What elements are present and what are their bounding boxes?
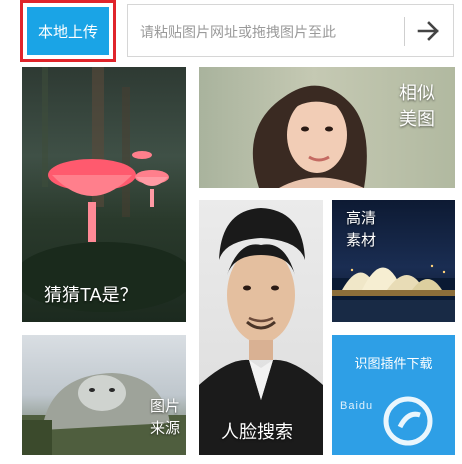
mushroom-lamp-image	[22, 67, 186, 312]
man-portrait-image	[199, 208, 323, 455]
face-search-label: 人脸搜索	[221, 422, 293, 442]
similar-images-tile[interactable]: 相似 美图	[199, 67, 455, 188]
similar-label-2: 美图	[399, 109, 435, 129]
local-upload-button[interactable]: 本地上传	[27, 7, 109, 55]
local-upload-label: 本地上传	[37, 23, 98, 41]
search-magnifier-icon	[383, 396, 433, 446]
search-go-button[interactable]	[409, 11, 449, 51]
source-label-2: 来源	[149, 420, 180, 437]
face-search-tile[interactable]: 人脸搜索	[199, 200, 323, 455]
source-label-1: 图片	[149, 398, 180, 415]
url-divider	[404, 17, 405, 46]
plugin-download-label: 识图插件下载	[354, 356, 433, 371]
hd-label-1: 高清	[346, 210, 377, 227]
similar-label-1: 相似	[399, 83, 435, 103]
image-source-tile[interactable]: 图片 来源	[22, 335, 186, 455]
upload-highlight: 本地上传	[20, 0, 116, 62]
baidu-watermark: Baidu	[340, 400, 374, 412]
image-url-box	[127, 4, 454, 57]
hd-label-2: 素材	[346, 232, 377, 249]
guess-who-label: 猜猜TA是？	[44, 285, 138, 305]
hd-material-tile[interactable]: 高清 素材	[332, 200, 455, 322]
guess-who-tile[interactable]: 猜猜TA是？	[22, 67, 186, 322]
plugin-download-tile[interactable]: 识图插件下载	[332, 335, 455, 455]
arrow-right-icon	[417, 21, 439, 41]
image-url-input[interactable]	[138, 13, 402, 51]
